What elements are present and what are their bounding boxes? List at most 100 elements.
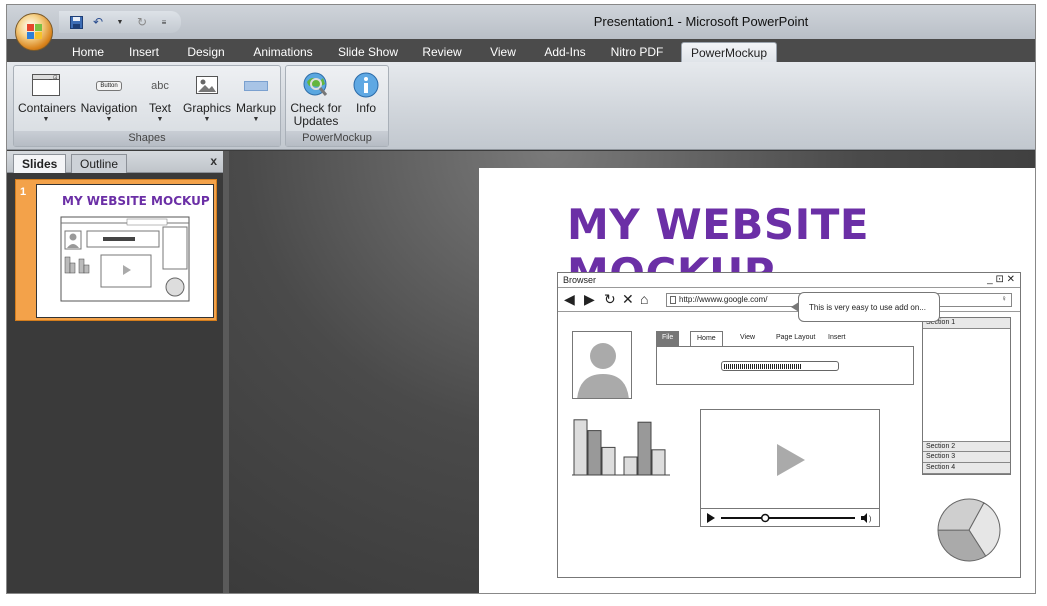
torn-edge-bottom: [0, 597, 1047, 606]
mockup-ribbon: File Home View Page Layout Insert: [656, 331, 914, 387]
mockup-url-text: http://wwww.google.com/: [679, 295, 768, 304]
check-for-updates-label-line2: Updates: [293, 114, 339, 128]
mockup-ribbon-body: [656, 346, 914, 385]
tab-slide-show[interactable]: Slide Show: [333, 42, 403, 63]
ribbon-tab-row: Home Insert Design Animations Slide Show…: [7, 39, 1035, 63]
tab-insert[interactable]: Insert: [123, 42, 165, 63]
close-icon[interactable]: x: [210, 154, 217, 168]
mockup-accordion: Section 1 Section 2 Section 3 Section 4: [922, 317, 1011, 475]
containers-button[interactable]: _ ⊡ x Containers ▼: [18, 70, 77, 124]
mockup-tab-view: View: [740, 334, 756, 341]
info-label: Info: [355, 101, 376, 115]
torn-edge-right: [1038, 0, 1047, 606]
markup-label: Markup: [235, 101, 276, 115]
mockup-tab-home: Home: [690, 331, 723, 346]
forward-icon: ▶: [584, 291, 595, 307]
containers-label: Containers: [18, 101, 77, 115]
video-seek-knob: [760, 513, 770, 523]
text-label: Text: [148, 101, 171, 115]
bar-1: [573, 419, 588, 476]
bar-2: [587, 430, 602, 476]
mockup-nav-bar: ◀ ▶ ↻ ✕ ⌂ http://wwww.google.com/ ♀ This…: [558, 288, 1020, 322]
svg-text:): ): [869, 516, 871, 523]
mockup-tab-page-layout: Page Layout: [776, 334, 816, 341]
slide-number: 1: [20, 186, 27, 198]
video-play-icon: [707, 513, 715, 523]
tab-powermockup[interactable]: PowerMockup: [681, 42, 777, 63]
browser-mockup[interactable]: Browser _ ⊡ ✕ ◀ ▶ ↻ ✕ ⌂ http://wwww.goog…: [557, 272, 1021, 578]
tab-nitro-pdf[interactable]: Nitro PDF: [605, 42, 669, 63]
mockup-window-controls: _ ⊡ ✕: [987, 274, 1015, 285]
svg-text:_ ⊡ x: _ ⊡ x: [48, 75, 60, 81]
shapes-group-label: Shapes: [14, 131, 280, 146]
pin-icon: ♀: [1001, 294, 1007, 303]
mockup-browser-titlebar: Browser _ ⊡ ✕: [558, 273, 1020, 288]
torn-edge-path: [1038, 0, 1047, 606]
tab-design[interactable]: Design: [183, 42, 229, 63]
tab-slides[interactable]: Slides: [13, 154, 67, 173]
thumbnail-mockup-drawing: [60, 216, 190, 302]
chevron-down-icon: ▼: [105, 116, 113, 123]
mockup-progress-bar: [721, 361, 839, 371]
shapes-group: _ ⊡ x Containers ▼ Button Navigation ▼ a…: [13, 65, 281, 147]
bar-5: [637, 421, 652, 476]
mockup-video-player: ): [700, 409, 880, 527]
accordion-section-3: Section 3: [923, 452, 1010, 463]
slides-pane: Slides Outline x 1 MY WEBSITE MOCKUP: [7, 151, 223, 593]
volume-icon: [861, 513, 867, 523]
bar-4: [623, 456, 638, 476]
graphics-label: Graphics: [182, 101, 232, 115]
tab-review[interactable]: Review: [417, 42, 467, 63]
back-icon: ◀: [564, 291, 575, 307]
accordion-section-2: Section 2: [923, 441, 1010, 452]
bar-6: [651, 449, 666, 476]
mockup-pie-chart: [937, 498, 1001, 562]
info-button[interactable]: Info: [346, 70, 386, 115]
window-title: Presentation1 - Microsoft PowerPoint: [593, 14, 809, 29]
navigation-button[interactable]: Button Navigation ▼: [78, 70, 140, 124]
text-shape-icon: abc: [151, 80, 169, 92]
tab-add-ins[interactable]: Add-Ins: [537, 42, 593, 63]
navigation-label: Navigation: [80, 101, 138, 115]
tab-outline[interactable]: Outline: [71, 154, 128, 173]
tab-view[interactable]: View: [483, 42, 523, 63]
check-for-updates-button[interactable]: Check for Updates: [288, 70, 344, 128]
home-icon: ⌂: [640, 291, 649, 307]
stop-icon: ✕: [622, 291, 634, 307]
tooltip-tail-icon: [791, 302, 799, 312]
pane-tab-row: Slides Outline x: [7, 151, 223, 173]
image-icon: [196, 75, 218, 97]
mockup-bar-chart: [572, 419, 670, 476]
mockup-browser-title: Browser: [563, 275, 597, 285]
button-shape-icon: Button: [96, 81, 122, 91]
office-logo-icon: [27, 24, 43, 40]
tooltip-text: This is very easy to use add on...: [809, 303, 926, 312]
chevron-down-icon: ▼: [252, 116, 260, 123]
slide-canvas[interactable]: MY WEBSITE MOCKUP Browser _ ⊡ ✕ ◀ ▶ ↻ ✕ …: [479, 168, 1035, 593]
slide-editing-area: MY WEBSITE MOCKUP Browser _ ⊡ ✕ ◀ ▶ ↻ ✕ …: [229, 151, 1035, 593]
office-button[interactable]: [15, 13, 53, 51]
chevron-down-icon: ▼: [156, 116, 164, 123]
powermockup-group-label: PowerMockup: [286, 131, 388, 146]
mockup-tab-file: File: [656, 331, 680, 346]
powerpoint-window: ↶ ▼ ↻ ≡ Presentation1 - Microsoft PowerP…: [6, 4, 1036, 594]
mockup-progress-fill: [724, 364, 802, 369]
avatar-icon: [572, 331, 632, 399]
ribbon: _ ⊡ x Containers ▼ Button Navigation ▼ a…: [7, 62, 1035, 150]
info-icon: [352, 71, 380, 102]
text-button[interactable]: abc Text ▼: [142, 70, 178, 124]
tab-home[interactable]: Home: [65, 42, 111, 63]
graphics-button[interactable]: Graphics ▼: [182, 70, 232, 124]
tab-animations[interactable]: Animations: [247, 42, 319, 63]
torn-edge-path: [0, 597, 1047, 606]
title-bar: ↶ ▼ ↻ ≡ Presentation1 - Microsoft PowerP…: [7, 5, 1035, 39]
markup-button[interactable]: Markup ▼: [234, 70, 278, 124]
markup-icon: [244, 81, 268, 91]
accordion-section-4: Section 4: [923, 463, 1010, 474]
refresh-icon: ↻: [604, 291, 616, 307]
bar-3: [601, 446, 616, 476]
video-controls: ): [701, 508, 879, 526]
slide-thumbnail-selected[interactable]: 1 MY WEBSITE MOCKUP: [15, 179, 217, 321]
page-icon: [670, 296, 676, 304]
slide-thumbnail[interactable]: MY WEBSITE MOCKUP: [36, 184, 214, 318]
